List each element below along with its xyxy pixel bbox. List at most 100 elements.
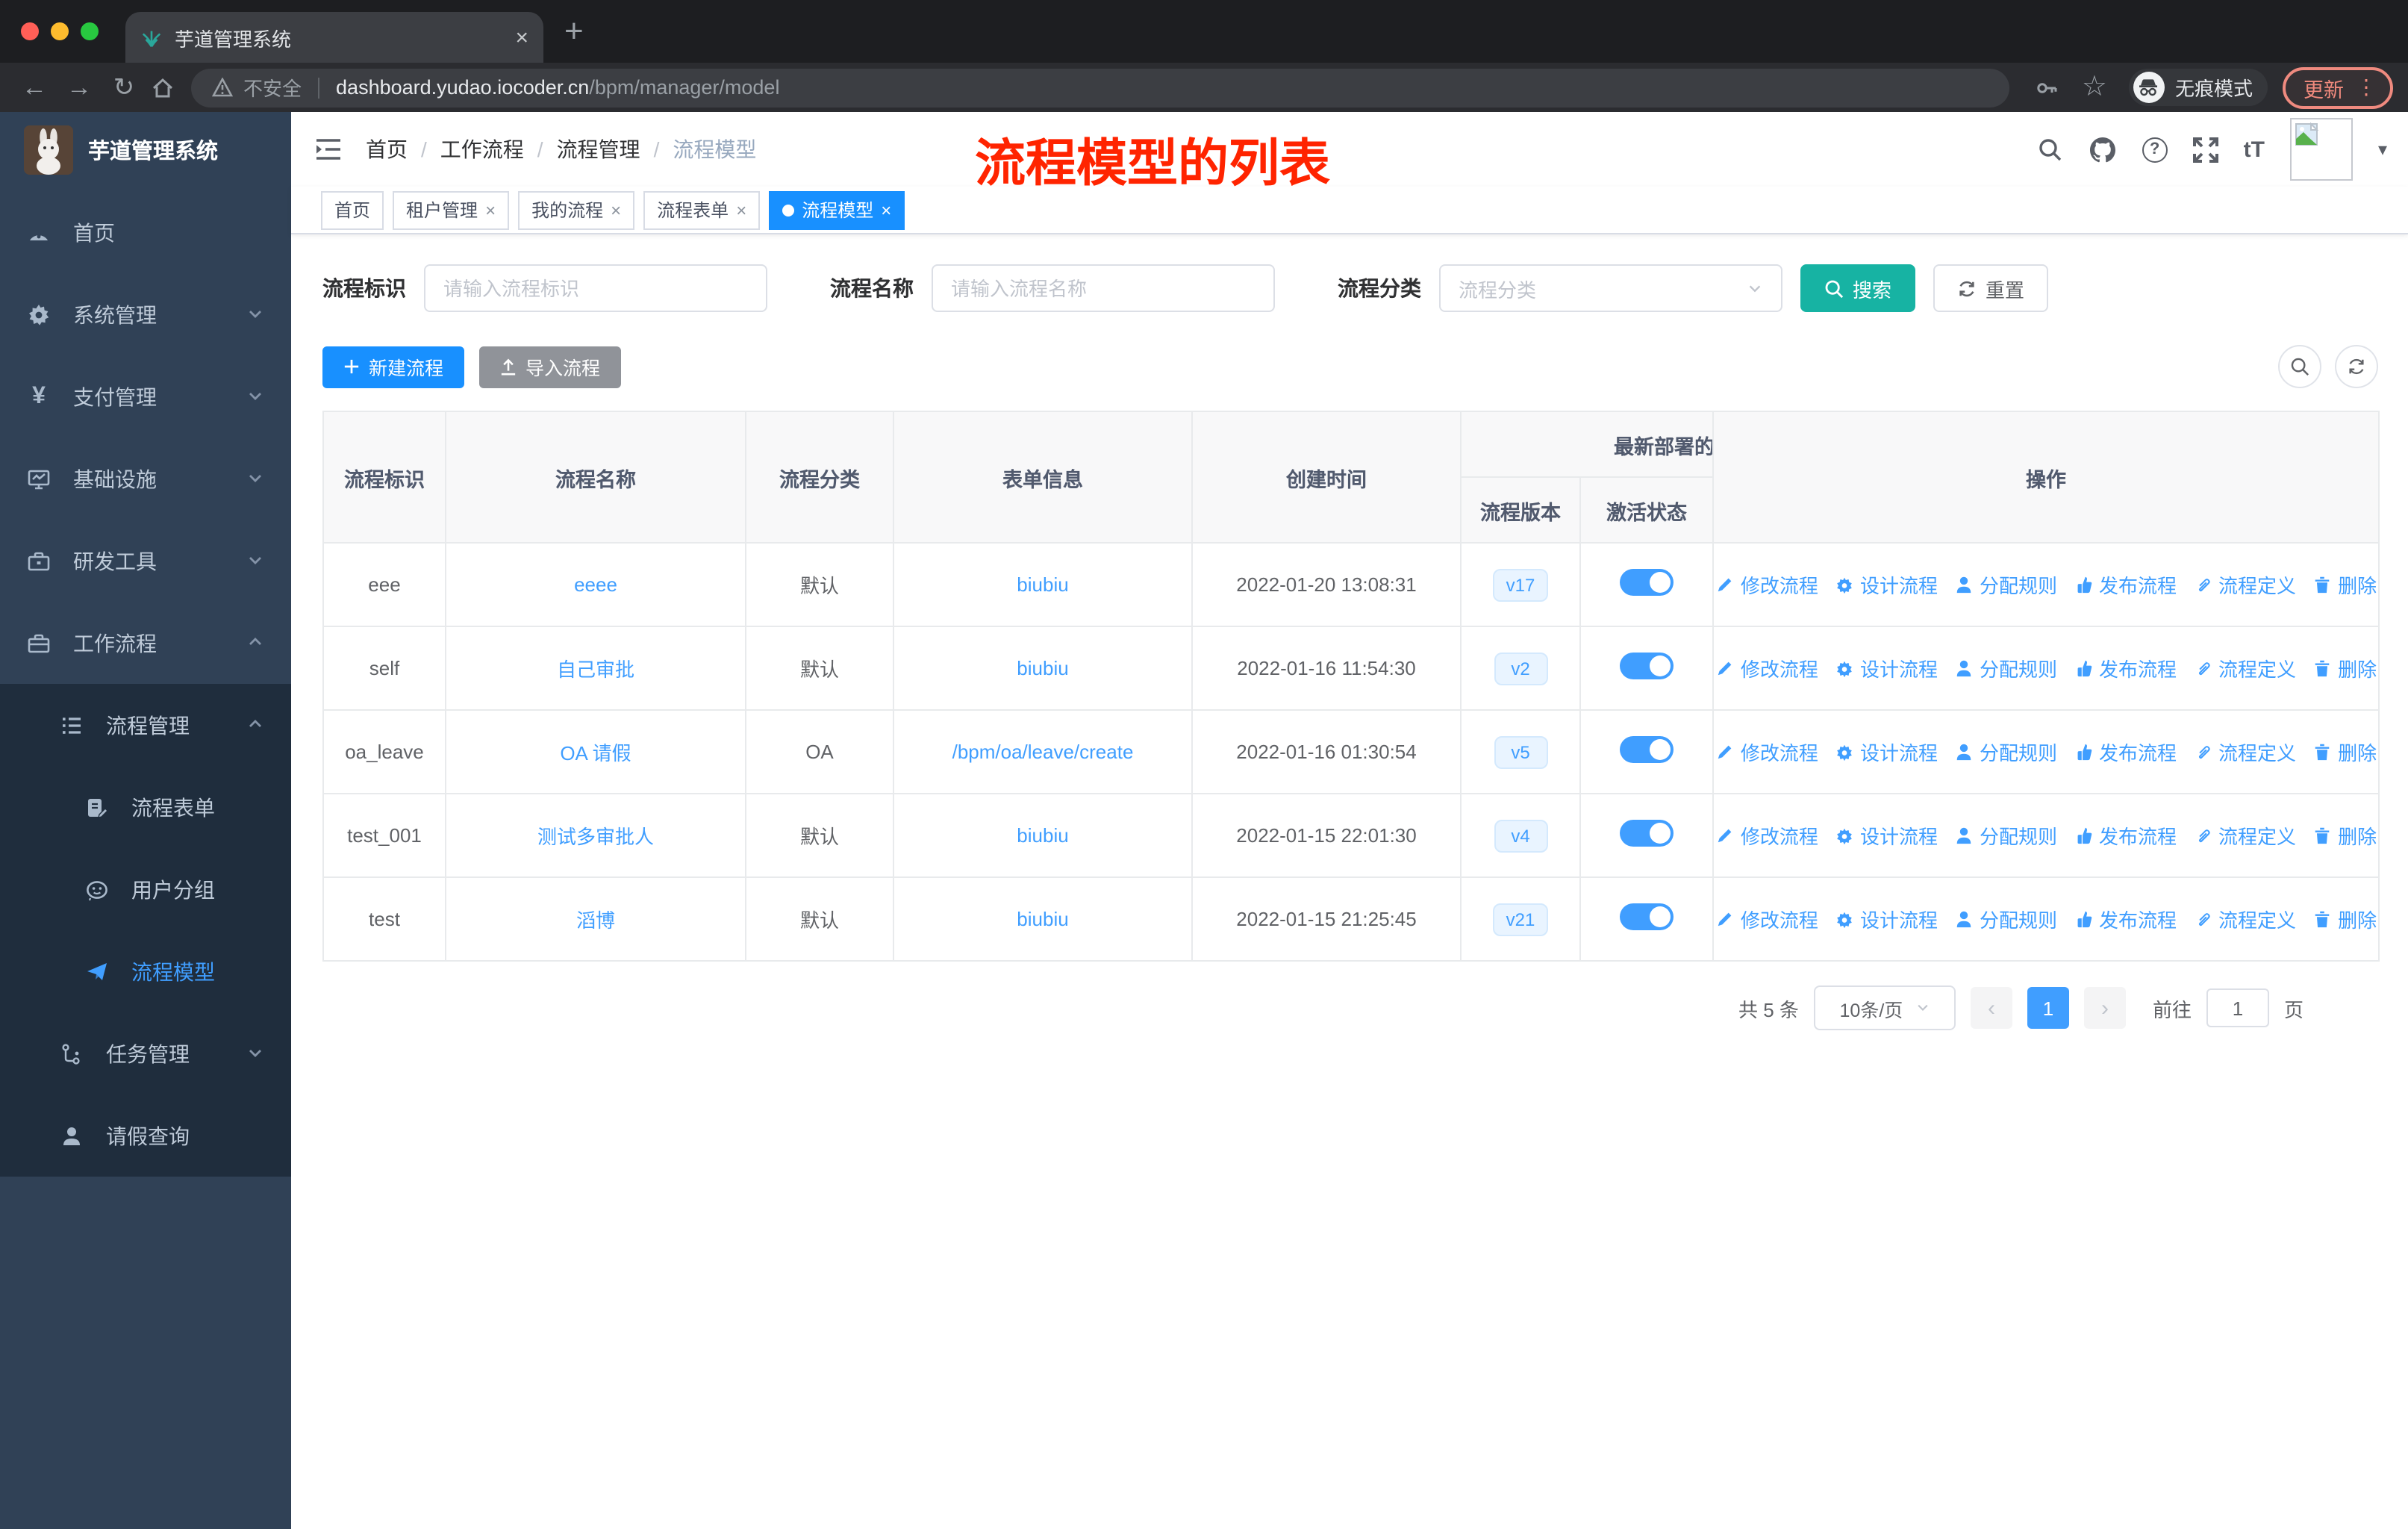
- browser-menu-icon[interactable]: ⋮: [2356, 75, 2377, 100]
- process-name-link[interactable]: eeee: [574, 573, 617, 596]
- font-size-icon[interactable]: tT: [2244, 137, 2265, 162]
- back-icon[interactable]: ←: [15, 72, 54, 102]
- action-link[interactable]: 分配规则: [1954, 570, 2057, 599]
- sidebar-item-leave-query[interactable]: 请假查询: [0, 1094, 291, 1177]
- action-link[interactable]: 流程定义: [2193, 738, 2296, 766]
- activation-toggle[interactable]: [1620, 569, 1674, 596]
- action-link[interactable]: 发布流程: [2074, 654, 2177, 682]
- tag-close-icon[interactable]: ×: [611, 199, 621, 220]
- security-label[interactable]: 不安全: [243, 73, 302, 102]
- process-name-input[interactable]: [932, 264, 1275, 312]
- create-process-button[interactable]: 新建流程: [322, 346, 465, 387]
- caret-down-icon[interactable]: ▾: [2378, 139, 2387, 160]
- sidebar-item-home[interactable]: 首页: [0, 191, 291, 273]
- process-name-link[interactable]: 自己审批: [557, 658, 634, 681]
- sidebar-toggle-icon[interactable]: [315, 137, 342, 161]
- new-tab-button[interactable]: +: [564, 12, 584, 51]
- action-link[interactable]: 发布流程: [2074, 570, 2177, 599]
- tag-close-icon[interactable]: ×: [736, 199, 746, 220]
- sidebar-item-workflow[interactable]: 工作流程: [0, 602, 291, 684]
- sidebar-item-process-model[interactable]: 流程模型: [0, 930, 291, 1012]
- process-key-input[interactable]: [424, 264, 767, 312]
- form-info-link[interactable]: biubiu: [1017, 573, 1068, 596]
- tag-tenant[interactable]: 租户管理 ×: [393, 190, 510, 229]
- key-icon[interactable]: [2033, 74, 2060, 101]
- sidebar-item-payment[interactable]: ¥ 支付管理: [0, 355, 291, 437]
- action-link[interactable]: 设计流程: [1835, 654, 1938, 682]
- action-link[interactable]: 分配规则: [1954, 905, 2057, 933]
- search-button[interactable]: 搜索: [1800, 264, 1916, 312]
- activation-toggle[interactable]: [1620, 903, 1674, 930]
- action-link[interactable]: 流程定义: [2193, 821, 2296, 850]
- action-link[interactable]: 修改流程: [1715, 654, 1818, 682]
- github-icon[interactable]: [2089, 136, 2117, 163]
- import-process-button[interactable]: 导入流程: [479, 346, 622, 387]
- action-link[interactable]: 设计流程: [1835, 738, 1938, 766]
- bookmark-star-icon[interactable]: ☆: [2075, 70, 2114, 105]
- action-link[interactable]: 删除: [2312, 570, 2377, 599]
- action-link[interactable]: 发布流程: [2074, 821, 2177, 850]
- refresh-button[interactable]: [2335, 345, 2378, 388]
- action-link[interactable]: 流程定义: [2193, 570, 2296, 599]
- action-link[interactable]: 删除: [2312, 738, 2377, 766]
- tag-close-icon[interactable]: ×: [485, 199, 496, 220]
- action-link[interactable]: 设计流程: [1835, 905, 1938, 933]
- action-link[interactable]: 发布流程: [2074, 905, 2177, 933]
- process-name-link[interactable]: 测试多审批人: [537, 826, 654, 848]
- action-link[interactable]: 删除: [2312, 821, 2377, 850]
- form-info-link[interactable]: biubiu: [1017, 657, 1068, 679]
- action-link[interactable]: 修改流程: [1715, 738, 1818, 766]
- next-page-button[interactable]: ›: [2083, 987, 2126, 1029]
- sidebar-item-process-management[interactable]: 流程管理: [0, 684, 291, 766]
- form-info-link[interactable]: biubiu: [1017, 908, 1068, 930]
- update-button[interactable]: 更新 ⋮: [2283, 66, 2393, 108]
- action-link[interactable]: 设计流程: [1835, 570, 1938, 599]
- window-minimize-button[interactable]: [51, 22, 69, 40]
- activation-toggle[interactable]: [1620, 653, 1674, 679]
- breadcrumb-item[interactable]: 流程管理: [557, 134, 640, 164]
- reset-button[interactable]: 重置: [1933, 264, 2049, 312]
- action-link[interactable]: 修改流程: [1715, 821, 1818, 850]
- help-icon[interactable]: ?: [2142, 137, 2168, 162]
- sidebar-item-devtools[interactable]: 研发工具: [0, 520, 291, 602]
- process-name-link[interactable]: OA 请假: [560, 742, 631, 764]
- sidebar-item-system[interactable]: 系统管理: [0, 273, 291, 355]
- tag-home[interactable]: 首页: [321, 190, 384, 229]
- action-link[interactable]: 分配规则: [1954, 821, 2057, 850]
- sidebar-item-user-group[interactable]: 用户分组: [0, 848, 291, 930]
- sidebar-item-infrastructure[interactable]: 基础设施: [0, 437, 291, 520]
- home-icon[interactable]: [149, 74, 176, 101]
- breadcrumb-item[interactable]: 首页: [366, 134, 408, 164]
- search-icon[interactable]: [2038, 137, 2063, 162]
- activation-toggle[interactable]: [1620, 736, 1674, 763]
- activation-toggle[interactable]: [1620, 820, 1674, 847]
- action-link[interactable]: 流程定义: [2193, 654, 2296, 682]
- form-info-link[interactable]: /bpm/oa/leave/create: [952, 741, 1134, 763]
- browser-tab[interactable]: 芋道管理系统 ×: [125, 12, 543, 63]
- tag-process-model[interactable]: 流程模型 ×: [769, 190, 905, 229]
- sidebar-item-process-form[interactable]: 流程表单: [0, 766, 291, 848]
- window-zoom-button[interactable]: [81, 22, 99, 40]
- current-page-button[interactable]: 1: [2027, 987, 2069, 1029]
- avatar[interactable]: [2289, 118, 2353, 181]
- tag-process-form[interactable]: 流程表单 ×: [643, 190, 761, 229]
- url-bar[interactable]: 不安全 dashboard.yudao.iocoder.cn/bpm/manag…: [191, 68, 2009, 107]
- action-link[interactable]: 删除: [2312, 905, 2377, 933]
- tag-my-process[interactable]: 我的流程 ×: [518, 190, 635, 229]
- action-link[interactable]: 删除: [2312, 654, 2377, 682]
- tab-close-icon[interactable]: ×: [515, 25, 528, 50]
- action-link[interactable]: 设计流程: [1835, 821, 1938, 850]
- sidebar-item-task-management[interactable]: 任务管理: [0, 1012, 291, 1094]
- breadcrumb-item[interactable]: 工作流程: [440, 134, 524, 164]
- url-text[interactable]: dashboard.yudao.iocoder.cn/bpm/manager/m…: [336, 74, 779, 101]
- forward-icon[interactable]: →: [60, 72, 99, 102]
- action-link[interactable]: 发布流程: [2074, 738, 2177, 766]
- window-close-button[interactable]: [21, 22, 39, 40]
- prev-page-button[interactable]: ‹: [1970, 987, 2012, 1029]
- goto-page-input[interactable]: [2206, 988, 2269, 1027]
- action-link[interactable]: 修改流程: [1715, 905, 1818, 933]
- action-link[interactable]: 分配规则: [1954, 738, 2057, 766]
- reload-icon[interactable]: ↻: [105, 72, 143, 102]
- show-search-button[interactable]: [2278, 345, 2321, 388]
- action-link[interactable]: 修改流程: [1715, 570, 1818, 599]
